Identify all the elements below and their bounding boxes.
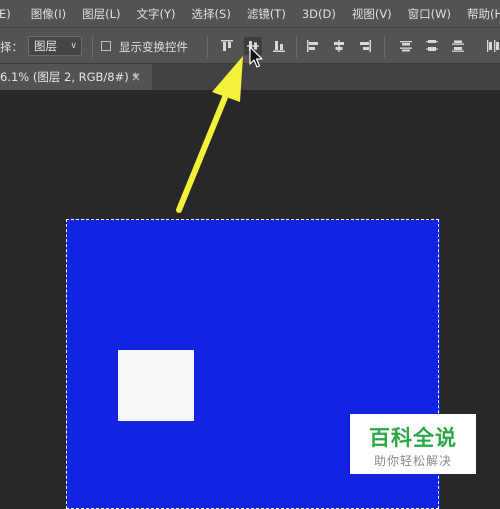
mouse-cursor-icon	[249, 46, 263, 68]
menu-select[interactable]: 选择(S)	[184, 6, 231, 22]
auto-select-dropdown[interactable]: 图层 ∨	[28, 36, 82, 56]
distribute-left-icon[interactable]	[484, 37, 500, 55]
menu-image[interactable]: 图像(I)	[23, 6, 66, 22]
menu-help[interactable]: 帮助(H)	[459, 6, 500, 22]
separator	[207, 36, 208, 58]
menu-window[interactable]: 窗口(W)	[400, 6, 451, 22]
watermark-logo: 百科全说 助你轻松解决	[350, 414, 476, 474]
align-horizontal-centers-icon[interactable]	[330, 37, 348, 55]
distribute-bottom-icon[interactable]	[449, 37, 467, 55]
show-transform-label[interactable]: 显示变换控件	[119, 39, 188, 55]
document-tab-title: 6.1% (图层 2, RGB/8#) *	[0, 70, 139, 84]
distribute-top-icon[interactable]	[397, 37, 415, 55]
menu-filter[interactable]: 滤镜(T)	[239, 6, 286, 22]
menu-type[interactable]: 文字(Y)	[129, 6, 176, 22]
watermark-subtitle: 助你轻松解决	[373, 454, 452, 468]
show-transform-checkbox[interactable]	[101, 41, 111, 51]
close-icon[interactable]: ×	[131, 64, 141, 90]
menu-layer[interactable]: 图层(L)	[74, 6, 120, 22]
menu-bar: E) 图像(I) 图层(L) 文字(Y) 选择(S) 滤镜(T) 3D(D) 视…	[0, 0, 500, 27]
watermark-title: 百科全说	[369, 426, 457, 450]
distribute-vertical-centers-icon[interactable]	[423, 37, 441, 55]
chevron-down-icon: ∨	[70, 41, 77, 51]
separator	[92, 36, 93, 58]
document-tab[interactable]: 6.1% (图层 2, RGB/8#) * ×	[0, 64, 152, 90]
align-bottom-edges-icon[interactable]	[270, 37, 288, 55]
auto-select-value: 图层	[34, 39, 57, 53]
separator	[384, 36, 385, 58]
menu-view[interactable]: 视图(V)	[344, 6, 392, 22]
menu-edit[interactable]: E)	[0, 7, 11, 21]
align-top-edges-icon[interactable]	[218, 37, 236, 55]
align-right-edges-icon[interactable]	[356, 37, 374, 55]
auto-select-label: 择：	[0, 40, 23, 54]
align-left-edges-icon[interactable]	[304, 37, 322, 55]
separator	[296, 36, 297, 58]
menu-3d[interactable]: 3D(D)	[294, 7, 336, 21]
